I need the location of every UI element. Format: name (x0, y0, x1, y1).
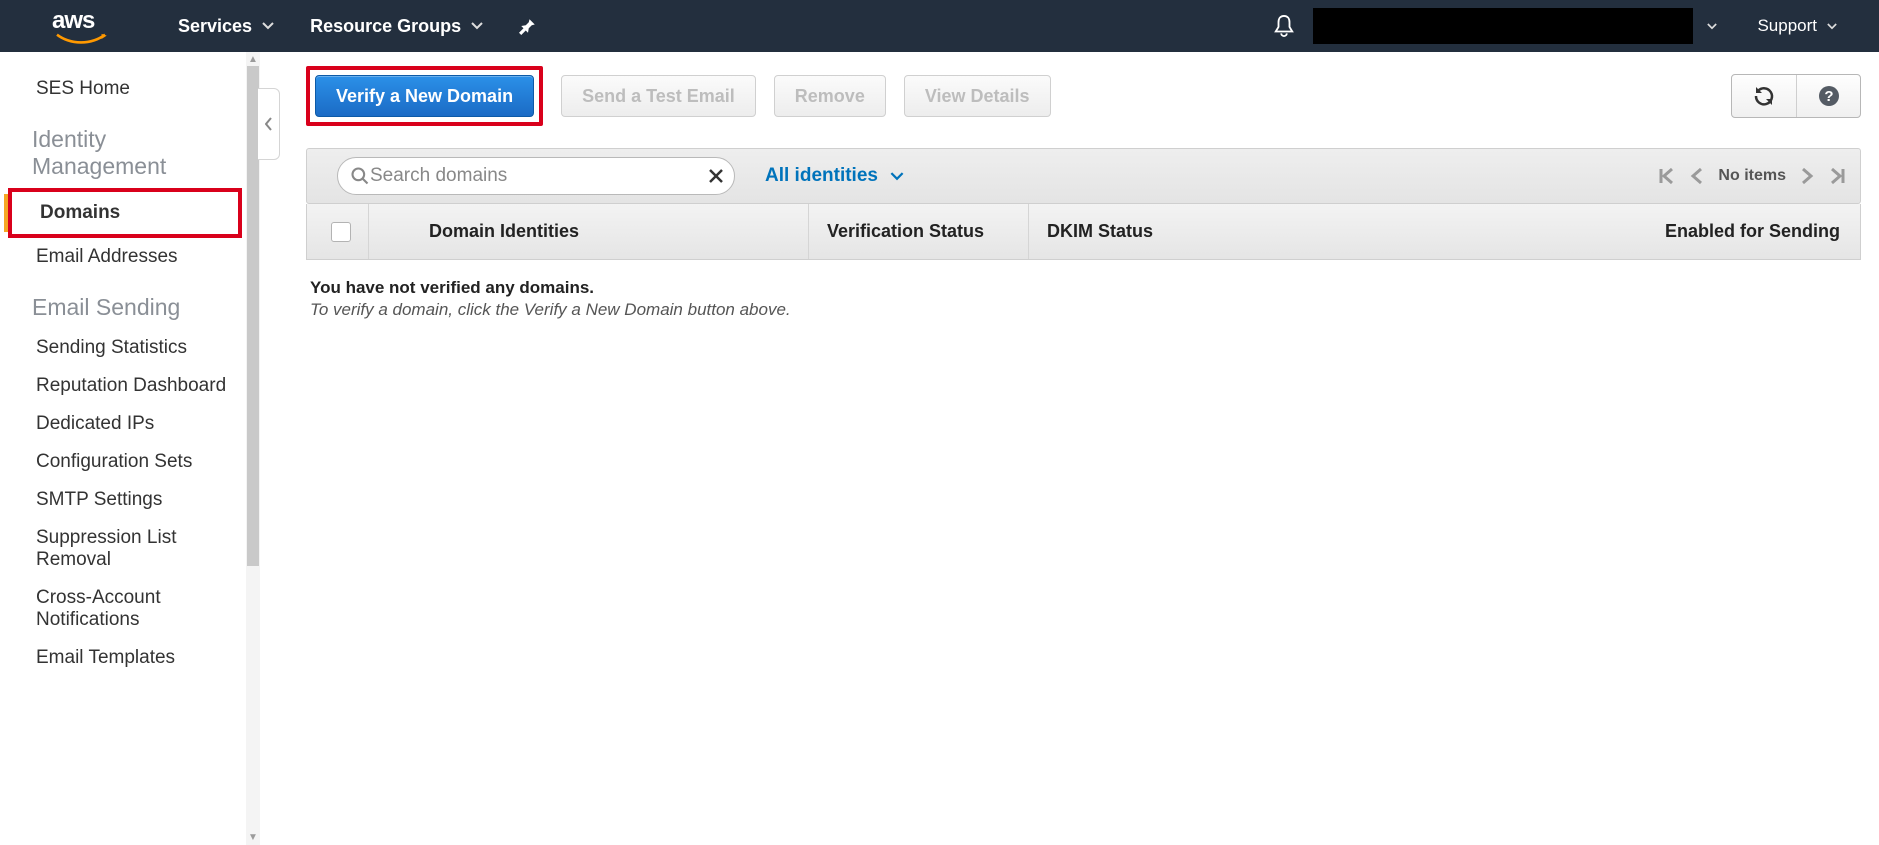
page-body: SES Home Identity Management Domains Ema… (0, 52, 1879, 845)
sidebar-item-sending-statistics[interactable]: Sending Statistics (0, 329, 246, 367)
aws-logo[interactable]: aws (52, 7, 110, 45)
refresh-icon (1752, 84, 1776, 108)
svg-text:?: ? (1824, 88, 1833, 105)
scroll-down-icon[interactable]: ▼ (248, 832, 258, 843)
sidebar-section-email-sending: Email Sending (0, 276, 246, 329)
sidebar: SES Home Identity Management Domains Ema… (0, 52, 246, 845)
refresh-button[interactable] (1732, 75, 1796, 117)
support-label: Support (1757, 16, 1817, 36)
services-menu[interactable]: Services (160, 0, 292, 52)
sidebar-item-configuration-sets[interactable]: Configuration Sets (0, 443, 246, 481)
empty-state-hint: To verify a domain, click the Verify a N… (310, 300, 1857, 320)
search-domains-wrapper[interactable] (337, 157, 735, 195)
scroll-up-icon[interactable]: ▲ (248, 54, 258, 65)
highlight-annotation-verify-button: Verify a New Domain (306, 66, 543, 126)
sidebar-item-suppression-list-removal[interactable]: Suppression List Removal (0, 519, 246, 579)
pagination-label: No items (1718, 167, 1786, 185)
caret-down-icon[interactable] (1707, 23, 1717, 30)
send-test-email-button: Send a Test Email (561, 75, 756, 117)
pin-icon[interactable] (519, 17, 537, 35)
sidebar-item-smtp-settings[interactable]: SMTP Settings (0, 481, 246, 519)
identity-filter-label: All identities (765, 165, 878, 187)
sidebar-scrollbar[interactable]: ▲ ▼ (246, 52, 260, 845)
view-details-button: View Details (904, 75, 1051, 117)
table-header-row: Domain Identities Verification Status DK… (306, 204, 1861, 260)
sidebar-item-email-addresses[interactable]: Email Addresses (0, 238, 246, 276)
help-button[interactable]: ? (1796, 75, 1860, 117)
search-icon (350, 166, 370, 186)
sidebar-item-reputation-dashboard[interactable]: Reputation Dashboard (0, 367, 246, 405)
help-icon: ? (1817, 84, 1841, 108)
toolbar: Verify a New Domain Send a Test Email Re… (306, 66, 1861, 126)
col-header-enabled-for-sending[interactable]: Enabled for Sending (1259, 204, 1860, 259)
caret-down-icon (471, 22, 483, 30)
caret-down-icon (1827, 23, 1837, 30)
toolbar-icon-group: ? (1731, 74, 1861, 118)
page-last-icon[interactable] (1828, 167, 1846, 185)
verify-new-domain-button[interactable]: Verify a New Domain (315, 75, 534, 117)
filter-bar: All identities No items (306, 148, 1861, 204)
sidebar-item-cross-account-notifications[interactable]: Cross-Account Notifications (0, 579, 246, 639)
sidebar-collapse-handle[interactable] (258, 88, 280, 160)
page-first-icon[interactable] (1658, 167, 1676, 185)
select-all-cell[interactable] (313, 204, 369, 259)
sidebar-item-domains[interactable]: Domains (4, 194, 238, 232)
empty-state-title: You have not verified any domains. (310, 278, 1857, 298)
clear-search-icon[interactable] (708, 168, 724, 184)
sidebar-item-email-templates[interactable]: Email Templates (0, 639, 246, 677)
search-domains-input[interactable] (370, 165, 708, 187)
pagination: No items (1658, 167, 1846, 185)
sidebar-collapse-region (260, 52, 282, 845)
sidebar-section-identity-management: Identity Management (0, 108, 246, 188)
col-header-dkim-status[interactable]: DKIM Status (1029, 204, 1259, 259)
highlight-annotation-sidebar: Domains (8, 188, 242, 238)
col-header-verification-status[interactable]: Verification Status (809, 204, 1029, 259)
page-prev-icon[interactable] (1690, 167, 1704, 185)
support-menu[interactable]: Support (1731, 16, 1867, 36)
caret-down-icon (262, 22, 274, 30)
account-region-redacted[interactable] (1313, 8, 1693, 44)
sidebar-item-dedicated-ips[interactable]: Dedicated IPs (0, 405, 246, 443)
empty-state: You have not verified any domains. To ve… (306, 260, 1861, 338)
chevron-left-icon (265, 117, 273, 131)
main-content: Verify a New Domain Send a Test Email Re… (282, 52, 1879, 845)
services-label: Services (178, 16, 252, 37)
notifications-bell-icon[interactable] (1273, 14, 1295, 38)
top-navbar: aws Services Resource Groups Support (0, 0, 1879, 52)
remove-button: Remove (774, 75, 886, 117)
resource-groups-label: Resource Groups (310, 16, 461, 37)
page-next-icon[interactable] (1800, 167, 1814, 185)
col-header-domain-identities[interactable]: Domain Identities (369, 204, 809, 259)
select-all-checkbox[interactable] (331, 222, 351, 242)
sidebar-item-ses-home[interactable]: SES Home (0, 70, 246, 108)
resource-groups-menu[interactable]: Resource Groups (292, 0, 501, 52)
identity-filter-dropdown[interactable]: All identities (765, 165, 904, 187)
chevron-down-icon (890, 172, 904, 181)
